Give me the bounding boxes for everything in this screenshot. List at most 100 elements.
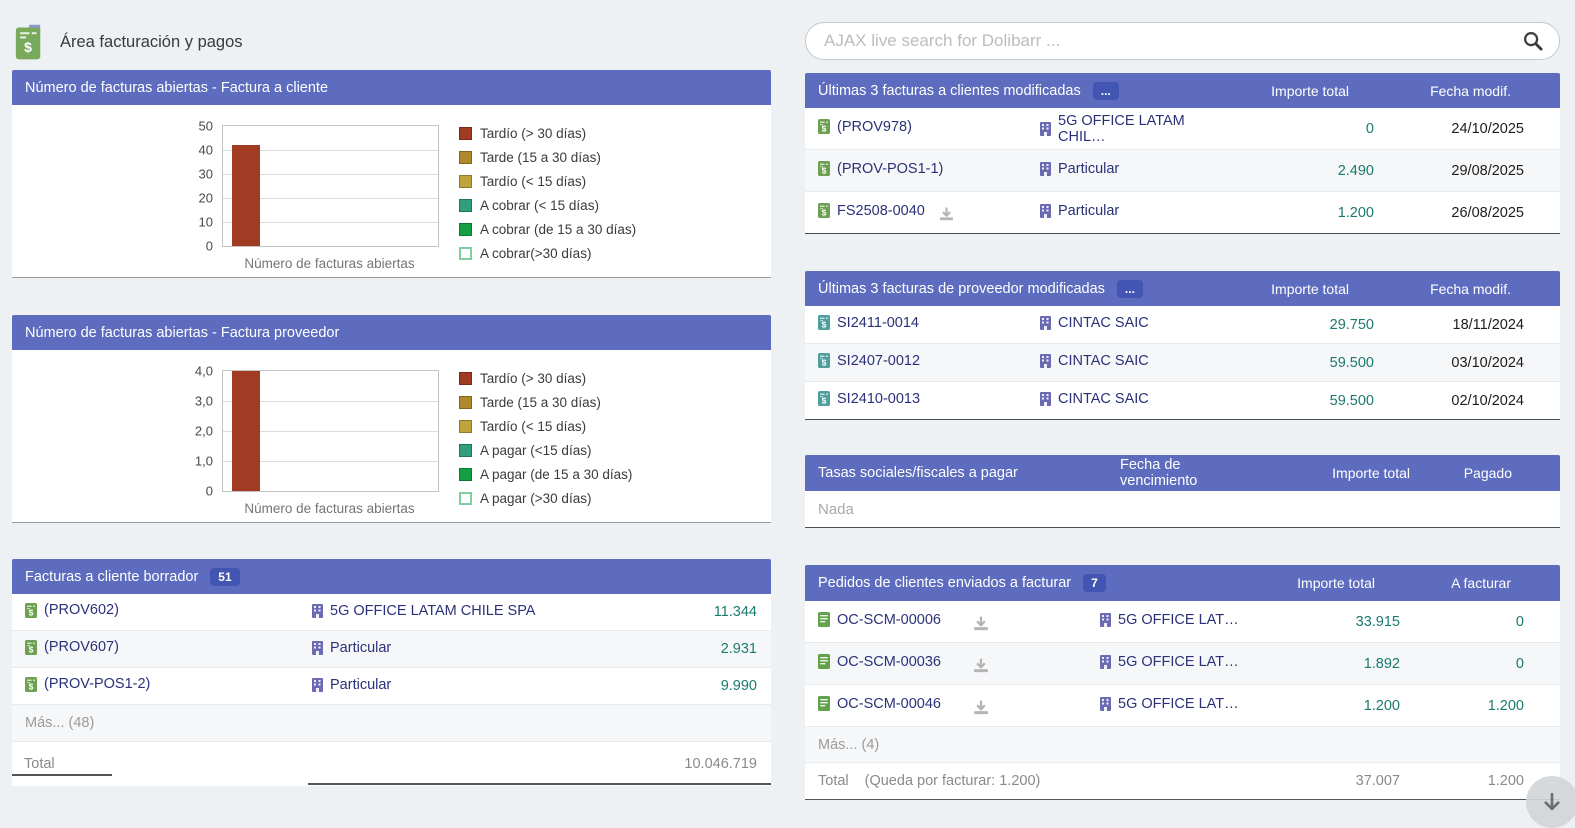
date: 24/10/2025 [1451,121,1524,137]
company-name: 5G OFFICE LATAM CHILE SPA [330,603,535,619]
table-row: OC-SCM-00006 5G OFFICE LAT… 33.915 0 [805,601,1560,643]
table-row: (PROV602) 5G OFFICE LATAM CHILE SPA 11.3… [12,594,771,631]
customer-invoice-icon [818,203,830,218]
date: 03/10/2024 [1451,355,1524,371]
amount: 1.200 [1364,698,1400,714]
legend-item: Tardío (< 15 días) [459,419,632,434]
order-link[interactable]: OC-SCM-00006 [818,612,941,628]
box-title-customer-chart[interactable]: Número de facturas abiertas - Factura a … [12,70,771,105]
legend-swatch [459,396,472,409]
order-icon [818,696,830,711]
company-link[interactable]: CINTAC SAIC [1040,315,1149,331]
download-icon[interactable] [939,207,954,221]
download-icon[interactable] [973,700,989,715]
order-link[interactable]: OC-SCM-00036 [818,654,941,670]
legend-swatch [459,151,472,164]
invoice-link[interactable]: (PROV-POS1-2) [25,676,150,692]
legend-label: A pagar (>30 días) [480,491,591,506]
company-icon [312,641,323,655]
social-taxes-header[interactable]: Tasas sociales/fiscales a pagar Fecha de… [805,455,1560,491]
amount: 1.892 [1364,656,1400,672]
scroll-to-bottom-button[interactable] [1526,776,1575,828]
invoice-link[interactable]: (PROV607) [25,639,119,655]
arrow-down-icon [1540,790,1564,814]
invoice-ref: (PROV602) [44,602,119,618]
download-icon[interactable] [973,616,989,631]
legend-swatch [459,199,472,212]
table-row: OC-SCM-00036 5G OFFICE LAT… 1.892 0 [805,643,1560,685]
company-link[interactable]: 5G OFFICE LATAM CHIL… [1040,113,1224,145]
company-link[interactable]: CINTAC SAIC [1040,391,1149,407]
total-amount: 37.007 [1250,773,1400,789]
more-row: Más... (4) [805,727,1560,763]
company-link[interactable]: 5G OFFICE LATAM CHILE SPA [312,603,535,619]
order-link[interactable]: OC-SCM-00046 [818,696,941,712]
invoice-link[interactable]: (PROV-POS1-1) [818,161,943,177]
customer-invoice-icon [25,640,37,655]
y-axis-tick: 20 [199,191,213,206]
y-axis-tick: 30 [199,167,213,182]
date: 29/08/2025 [1451,163,1524,179]
amount: 29.750 [1330,317,1374,333]
company-icon [1040,354,1051,368]
company-link[interactable]: CINTAC SAIC [1040,353,1149,369]
y-axis-tick: 0 [206,239,213,254]
total-amount: 10.046.719 [684,756,771,772]
legend-label: A cobrar (< 15 días) [480,198,599,213]
legend-item: Tarde (15 a 30 días) [459,395,632,410]
legend-item: Tardío (> 30 días) [459,126,636,141]
company-icon [1040,392,1051,406]
table-row: FS2508-0040 Particular 1.200 26/08/2025 [805,192,1560,234]
ellipsis-badge: ... [1117,280,1143,298]
y-axis-tick: 2,0 [195,424,213,439]
legend-item: Tarde (15 a 30 días) [459,150,636,165]
invoice-ref: FS2508-0040 [837,203,925,219]
supplier-invoice-link[interactable]: SI2411-0014 [818,315,919,331]
invoice-link[interactable]: (PROV978) [818,119,912,135]
supplier-invoice-icon [818,391,830,406]
invoice-link[interactable]: (PROV602) [25,602,119,618]
more-link[interactable]: Más... (4) [818,737,879,753]
order-ref: OC-SCM-00036 [837,654,941,670]
last-supplier-invoices-header[interactable]: Últimas 3 facturas de proveedor modifica… [805,271,1560,306]
supplier-invoice-link[interactable]: SI2407-0012 [818,353,920,369]
company-link[interactable]: Particular [1040,203,1119,219]
company-link[interactable]: 5G OFFICE LAT… [1100,654,1239,670]
legend-item: Tardío (< 15 días) [459,174,636,189]
company-link[interactable]: 5G OFFICE LAT… [1100,612,1239,628]
last-supplier-invoices-box: Últimas 3 facturas de proveedor modifica… [805,271,1560,420]
legend-swatch [459,492,472,505]
column-header-amount: Importe total [1225,575,1375,591]
company-link[interactable]: Particular [312,640,391,656]
company-name: CINTAC SAIC [1058,353,1149,369]
global-search [805,22,1560,60]
legend-item: A pagar (de 15 a 30 días) [459,467,632,482]
table-row: OC-SCM-00046 5G OFFICE LAT… 1.200 1.200 [805,685,1560,727]
company-link[interactable]: Particular [1040,161,1119,177]
global-search-input[interactable] [805,22,1560,60]
legend-item: A pagar (>30 días) [459,491,632,506]
amount: 0 [1366,121,1374,137]
customer-invoice-icon [818,161,830,176]
company-link[interactable]: Particular [312,677,391,693]
draft-invoices-header[interactable]: Facturas a cliente borrador 51 [12,559,771,594]
total-note: (Queda por facturar: 1.200) [865,773,1041,789]
orders-to-bill-header[interactable]: Pedidos de clientes enviados a facturar … [805,565,1560,601]
y-axis-tick: 1,0 [195,454,213,469]
legend-swatch [459,247,472,260]
y-axis-tick: 10 [199,215,213,230]
last-customer-invoices-header[interactable]: Últimas 3 facturas a clientes modificada… [805,73,1560,108]
amount: 11.344 [714,604,757,620]
box-title-supplier-chart[interactable]: Número de facturas abiertas - Factura pr… [12,315,771,350]
supplier-invoice-link[interactable]: SI2410-0013 [818,391,920,407]
search-icon[interactable] [1523,31,1543,51]
download-icon[interactable] [973,658,989,673]
bar-chart-plot: 50403020100 [222,125,439,247]
more-link[interactable]: Más... (48) [25,715,94,731]
invoice-link[interactable]: FS2508-0040 [818,203,925,219]
table-row: (PROV-POS1-2) Particular 9.990 [12,668,771,705]
chart-box-customer-invoices: Número de facturas abiertas - Factura a … [12,70,771,278]
orders-to-bill-box: Pedidos de clientes enviados a facturar … [805,565,1560,800]
company-link[interactable]: 5G OFFICE LAT… [1100,696,1239,712]
legend-label: A cobrar (de 15 a 30 días) [480,222,636,237]
